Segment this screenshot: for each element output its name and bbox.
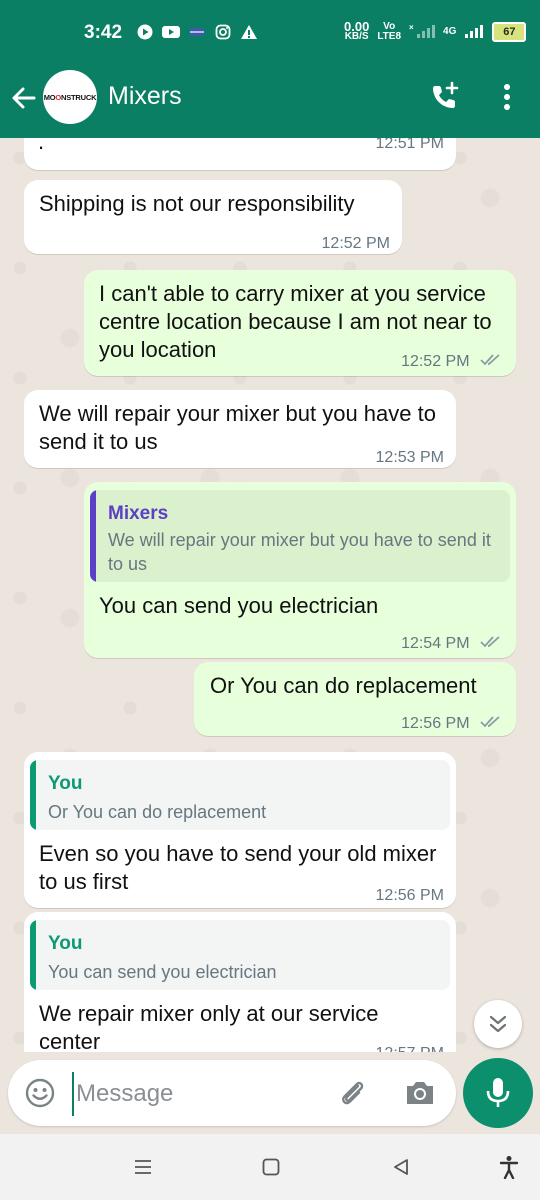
triangle-back-icon — [394, 1159, 408, 1175]
double-check-icon — [480, 348, 502, 376]
accessibility-icon — [499, 1156, 519, 1179]
chat-header: MOONSTRUCK Mixers — [0, 62, 540, 138]
quote-text: Or You can do replacement — [48, 802, 267, 822]
volte-indicator: Vo LTE8 — [377, 21, 402, 42]
quote-author: Mixers — [108, 503, 169, 524]
quote-author: You — [48, 933, 83, 954]
avatar-logo: MOONSTRUCK — [43, 92, 97, 102]
message-time: 12:54 PM — [401, 630, 502, 658]
message-outgoing[interactable]: Or You can do replacement 12:56 PM — [194, 662, 516, 736]
menu-lines-icon — [135, 1160, 151, 1174]
add-call-button[interactable] — [426, 78, 464, 116]
message-outgoing[interactable]: I can't able to carry mixer at you servi… — [84, 270, 516, 376]
chat-title[interactable]: Mixers — [108, 82, 182, 111]
more-vertical-icon — [504, 84, 510, 110]
instagram-icon — [214, 24, 232, 40]
message-incoming[interactable]: You You can send you electrician We repa… — [24, 912, 456, 1052]
svg-text:×: × — [409, 23, 414, 32]
composer — [8, 1060, 456, 1126]
attach-button[interactable] — [334, 1075, 370, 1111]
message-incoming[interactable]: . 12:51 PM — [24, 138, 456, 170]
emoji-icon — [25, 1078, 55, 1108]
message-time: 12:57 PM — [376, 1040, 444, 1052]
more-options-button[interactable] — [494, 78, 520, 116]
message-time: 12:53 PM — [375, 449, 444, 466]
status-bar: 3:42 0.00 KB/S Vo LTE8 × 4G 67 — [0, 0, 540, 62]
message-incoming[interactable]: You Or You can do replacement Even so yo… — [24, 752, 456, 908]
quote-author: You — [48, 773, 83, 794]
message-time: 12:51 PM — [375, 138, 444, 152]
home-button[interactable] — [256, 1152, 286, 1182]
message-text: Shipping is not our responsibility — [39, 191, 355, 216]
system-navigation-bar — [0, 1134, 540, 1200]
avatar[interactable]: MOONSTRUCK — [43, 70, 97, 124]
system-indicators: 0.00 KB/S Vo LTE8 × 4G 67 — [344, 19, 527, 42]
youtube-icon — [162, 24, 180, 40]
camera-icon — [407, 1082, 433, 1104]
quote-accent-bar — [90, 490, 96, 582]
back-arrow-icon — [12, 87, 36, 109]
notification-icons — [136, 24, 258, 40]
message-text: Or You can do replacement — [210, 673, 477, 698]
quote-accent-bar — [30, 760, 36, 830]
back-nav-button[interactable] — [386, 1152, 416, 1182]
quote-accent-bar — [30, 920, 36, 990]
double-chevron-down-icon — [489, 1015, 507, 1033]
network-type: 4G — [443, 26, 457, 37]
flag-icon — [188, 24, 206, 40]
message-text: You can send you electrician — [99, 593, 379, 618]
phone-plus-icon — [433, 81, 459, 108]
play-icon — [136, 24, 154, 40]
message-text: . — [38, 138, 45, 154]
recent-apps-button[interactable] — [128, 1152, 158, 1182]
message-incoming[interactable]: We will repair your mixer but you have t… — [24, 390, 456, 468]
battery-indicator: 67 — [492, 22, 527, 42]
scroll-to-bottom-button[interactable] — [474, 1000, 522, 1048]
square-icon — [262, 1158, 280, 1176]
emoji-button[interactable] — [22, 1075, 58, 1111]
network-speed: 0.00 KB/S — [344, 19, 370, 42]
signal-strength-icon-2 — [464, 23, 484, 42]
quote-text: We will repair your mixer but you have t… — [108, 530, 491, 574]
message-incoming[interactable]: Shipping is not our responsibility 12:52… — [24, 180, 402, 254]
message-time: 12:52 PM — [321, 235, 390, 252]
warning-icon — [240, 24, 258, 40]
double-check-icon — [480, 710, 502, 738]
quoted-message[interactable]: Mixers We will repair your mixer but you… — [90, 490, 510, 582]
status-time: 3:42 — [84, 22, 123, 43]
accessibility-button[interactable] — [494, 1152, 524, 1182]
back-button[interactable] — [6, 80, 42, 116]
paperclip-icon — [342, 1081, 364, 1105]
message-input[interactable] — [72, 1072, 328, 1116]
double-check-icon — [480, 630, 502, 658]
message-list[interactable]: . 12:51 PM Shipping is not our responsib… — [0, 138, 540, 1052]
voice-message-button[interactable] — [463, 1058, 533, 1128]
quoted-message[interactable]: You Or You can do replacement — [30, 760, 450, 830]
message-time: 12:52 PM — [401, 348, 502, 376]
message-outgoing[interactable]: Mixers We will repair your mixer but you… — [84, 482, 516, 658]
quote-text: You can send you electrician — [48, 962, 277, 982]
message-time: 12:56 PM — [375, 887, 444, 904]
microphone-icon — [486, 1078, 510, 1107]
message-time: 12:56 PM — [401, 710, 502, 738]
quoted-message[interactable]: You You can send you electrician — [30, 920, 450, 990]
signal-strength-icon: × — [409, 23, 436, 42]
camera-button[interactable] — [400, 1075, 440, 1111]
